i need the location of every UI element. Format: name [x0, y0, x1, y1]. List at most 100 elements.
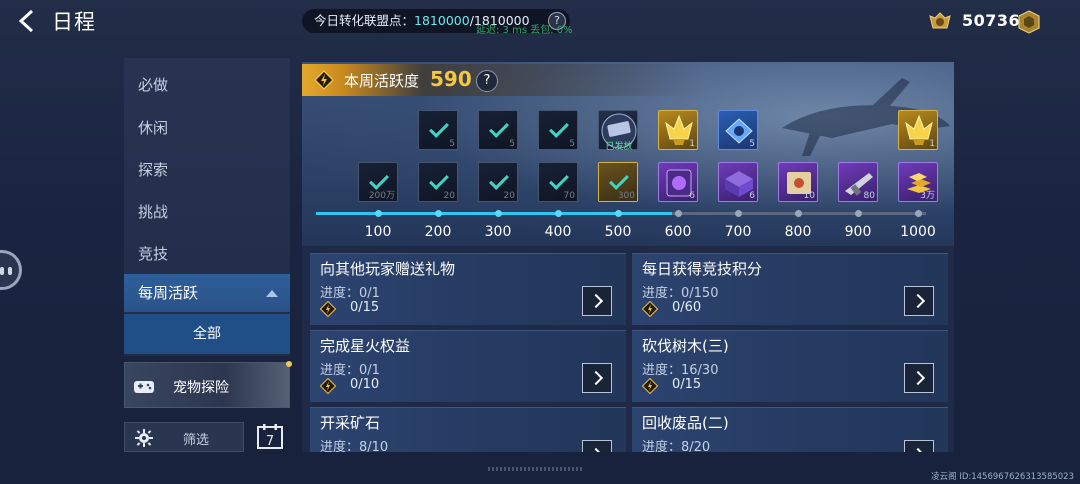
reward-quantity: 20 [503, 191, 515, 201]
sidebar-item-explore[interactable]: 探索 [138, 159, 168, 180]
category-sidebar: 必做 休闲 探索 挑战 竞技 每周活跃 全部 [124, 58, 290, 356]
rank-badge-icon [929, 12, 951, 29]
back-button[interactable] [14, 8, 42, 34]
checkmark-icon [429, 170, 449, 190]
reward-slot[interactable]: 1 [658, 110, 698, 150]
task-title: 回收废品(二) [642, 414, 729, 432]
milestone-label: 100 [364, 224, 392, 240]
reward-slot[interactable]: 300 [598, 162, 638, 202]
reward-quantity: 3万 [920, 191, 935, 201]
task-card: 完成星火权益 进度：0/1 0/10 [310, 330, 626, 402]
activity-help-button[interactable]: ? [476, 70, 498, 92]
task-progress: 进度：0/1 [320, 363, 380, 378]
reward-slot[interactable]: 5 [718, 110, 758, 150]
milestone-label: 700 [724, 224, 752, 240]
checkmark-icon [549, 170, 569, 190]
sidebar-item-leisure[interactable]: 休闲 [138, 117, 168, 138]
lightning-icon [642, 301, 658, 317]
network-stats: 延迟: 3 ms 丢包: 0% [476, 25, 573, 36]
reward-slot[interactable]: 3万 [898, 162, 938, 202]
milestone-dot [854, 210, 862, 217]
calendar-button[interactable]: 7 [256, 422, 284, 450]
sidebar-item-must-do[interactable]: 必做 [138, 74, 168, 95]
reward-quantity: 70 [563, 191, 575, 201]
task-reward: 0/10 [350, 377, 380, 392]
milestone-label: 900 [844, 224, 872, 240]
checkmark-icon [549, 118, 569, 138]
task-title: 完成星火权益 [320, 337, 411, 355]
reward-slot[interactable]: 5 [478, 110, 518, 150]
milestone-label: 500 [604, 224, 632, 240]
go-to-task-button[interactable] [904, 363, 934, 393]
go-to-task-button[interactable] [582, 363, 612, 393]
task-title: 开采矿石 [320, 414, 381, 432]
sidebar-subitem-all[interactable]: 全部 [124, 314, 290, 354]
reward-slot[interactable]: 6 [658, 162, 698, 202]
reward-slot[interactable]: 6 [718, 162, 758, 202]
filter-button[interactable]: 筛选 [124, 422, 244, 452]
task-card: 回收废品(二) 进度：8/20 [632, 407, 948, 452]
milestone-label: 1000 [900, 224, 936, 240]
reward-quantity: 300 [617, 191, 635, 201]
milestone-dot [914, 210, 922, 217]
reward-quantity: 10 [803, 191, 815, 201]
activity-progress-track [316, 210, 926, 217]
side-drawer-handle[interactable] [0, 250, 22, 290]
milestone-dot [674, 210, 682, 217]
sidebar-item-weekly-active[interactable]: 每周活跃 [124, 274, 290, 312]
task-reward: 0/60 [672, 300, 702, 315]
go-to-task-button[interactable] [582, 440, 612, 452]
reward-slot[interactable]: 10 [778, 162, 818, 202]
reward-quantity: 20 [443, 191, 455, 201]
task-card: 向其他玩家赠送礼物 进度：0/1 0/15 [310, 253, 626, 325]
issued-tag: 已发放 [605, 142, 633, 152]
sidebar-item-arena[interactable]: 竞技 [138, 243, 168, 264]
milestone-dot [614, 210, 622, 217]
task-progress: 进度：0/1 [320, 286, 380, 301]
go-to-task-button[interactable] [582, 286, 612, 316]
reward-slot[interactable]: 20 [418, 162, 458, 202]
sidebar-item-challenge[interactable]: 挑战 [138, 201, 168, 222]
milestone-dot [434, 210, 442, 217]
page-title: 日程 [52, 10, 96, 34]
lightning-icon [642, 378, 658, 394]
milestone-dot [494, 210, 502, 217]
task-progress: 进度：8/20 [642, 440, 711, 452]
pet-adventure-button[interactable]: 宠物探险 [124, 362, 290, 408]
alliance-coin-icon [1018, 10, 1040, 34]
task-reward: 0/15 [350, 300, 380, 315]
lightning-icon [320, 378, 336, 394]
reward-slot[interactable]: 已发放 [598, 110, 638, 152]
task-reward: 0/15 [672, 377, 702, 392]
checkmark-icon [489, 170, 509, 190]
task-title: 向其他玩家赠送礼物 [320, 260, 456, 278]
gear-icon [135, 429, 153, 447]
reward-quantity: 200万 [368, 191, 395, 201]
reward-slot[interactable]: 1 [898, 110, 938, 150]
reward-slot[interactable]: 5 [418, 110, 458, 150]
reward-quantity: 5 [569, 139, 575, 149]
reward-slot[interactable]: 200万 [358, 162, 398, 202]
reward-slot[interactable]: 80 [838, 162, 878, 202]
task-progress: 进度：16/30 [642, 363, 719, 378]
task-progress: 进度：0/150 [642, 286, 719, 301]
go-to-task-button[interactable] [904, 286, 934, 316]
milestone-dot [794, 210, 802, 217]
reward-slot[interactable]: 20 [478, 162, 518, 202]
task-card: 砍伐树木(三) 进度：16/30 0/15 [632, 330, 948, 402]
milestone-label: 600 [664, 224, 692, 240]
currency-amount: 50736 [962, 11, 1021, 30]
checkmark-icon [369, 170, 389, 190]
go-to-task-button[interactable] [904, 440, 934, 452]
reward-quantity: 6 [749, 191, 755, 201]
milestone-label: 300 [484, 224, 512, 240]
task-card: 开采矿石 进度：8/10 [310, 407, 626, 452]
player-id: 凌云阁 ID:1456967626313585023 [931, 472, 1074, 482]
chevron-left-icon [18, 9, 34, 33]
reward-quantity: 6 [689, 191, 695, 201]
reward-slot[interactable]: 70 [538, 162, 578, 202]
calendar-icon: 7 [257, 424, 283, 449]
conversion-label: 今日转化联盟点： [314, 13, 415, 28]
gamepad-icon [134, 381, 154, 393]
reward-slot[interactable]: 5 [538, 110, 578, 150]
